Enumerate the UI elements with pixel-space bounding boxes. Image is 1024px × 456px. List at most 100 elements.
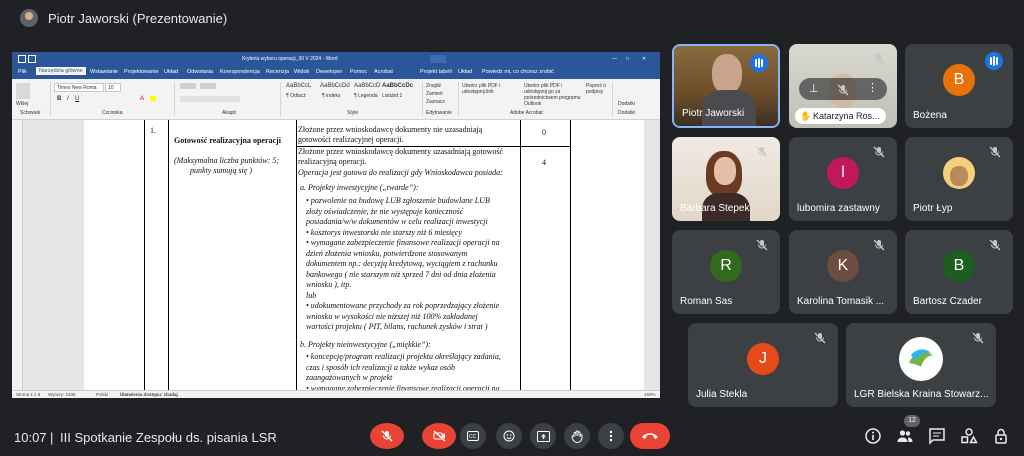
camera-toggle-button[interactable] [422, 423, 456, 449]
font-name-box[interactable]: Times New Roma [57, 85, 97, 91]
participant-name: Barbara Stepek [680, 203, 750, 214]
section-a-item-line: bankowego ( nie starszym niż sprzed 7 dn… [306, 269, 496, 279]
presenter-label: Piotr Jaworski (Prezentowanie) [48, 11, 228, 26]
raise-hand-button[interactable] [564, 423, 590, 449]
mute-participant-icon[interactable] [837, 83, 849, 101]
bold-icon[interactable]: B [57, 96, 61, 102]
participant-tile[interactable]: R Roman Sas [672, 230, 780, 314]
underline-icon[interactable]: U [75, 96, 79, 102]
section-b-item-line: czas i sposób ich realizacji a także wyk… [306, 362, 456, 372]
participant-tile[interactable]: l lubomira zastawny [789, 137, 897, 221]
section-a-item-line: • pozwolenie na budowę LUB zgłoszenie bu… [306, 196, 490, 205]
section-a-item-line: wniosku w wysokości nie niższej niż 100%… [306, 311, 478, 321]
tab-table-layout[interactable]: Układ [458, 69, 472, 75]
mic-toggle-button[interactable] [370, 423, 404, 449]
participant-count-badge: 12 [904, 415, 920, 427]
presenter-avatar [20, 9, 38, 27]
addins-button[interactable]: Dodatki [618, 101, 635, 107]
highlight-icon[interactable] [150, 96, 156, 101]
participant-tile[interactable]: Piotr Jaworski [672, 44, 780, 128]
hand-icon [571, 430, 583, 443]
tab-plik[interactable]: Plik [18, 69, 27, 75]
vertical-ruler [12, 120, 23, 390]
participant-tile[interactable]: ✋ Katarzyna Ros... ⊥ ⋮ [789, 44, 897, 128]
section-a-item-line: dzień złożenia wniosku, potwierdzone sto… [306, 248, 468, 258]
alignment-icons[interactable] [180, 96, 240, 102]
close-button[interactable]: ✕ [642, 56, 646, 62]
acrobat-sign[interactable]: Poproś o podpisy [586, 83, 610, 95]
participant-tile[interactable]: B Bartosz Czader [905, 230, 1013, 314]
select-button[interactable]: Zaznacz [426, 99, 445, 105]
avatar-initial: l [827, 157, 859, 189]
tab-home[interactable]: Narzędzia główne [36, 67, 86, 75]
activities-icon[interactable] [960, 427, 978, 445]
tab-acrobat[interactable]: Acrobat [374, 69, 393, 75]
camera-off-icon [433, 430, 445, 442]
replace-button[interactable]: Zamień [426, 91, 443, 97]
clock: 10:07 [14, 430, 47, 445]
participant-name: LGR Bielska Kraina Stowarz... [854, 389, 989, 400]
minimize-button[interactable]: — [612, 56, 617, 62]
tell-me-search[interactable]: Powiedz mi, co chcesz zrobić [482, 69, 554, 75]
font-size-box[interactable]: 10 [108, 85, 114, 91]
more-vert-icon [609, 430, 613, 442]
host-controls-icon[interactable] [992, 427, 1010, 445]
maximize-button[interactable]: □ [626, 56, 629, 62]
acrobat-create-link[interactable]: Utwórz plik PDF i udostępnij link [462, 83, 522, 95]
tab-mailings[interactable]: Korespondencja [220, 69, 260, 75]
tab-references[interactable]: Odwołania [187, 69, 213, 75]
more-options-icon[interactable]: ⋮ [867, 81, 878, 94]
criterion-number: 1. [150, 126, 156, 135]
people-icon[interactable] [896, 427, 914, 445]
participant-name: lubomira zastawny [797, 203, 880, 214]
chat-icon[interactable] [928, 427, 946, 445]
tab-view[interactable]: Widok [294, 69, 309, 75]
hang-up-icon [642, 433, 658, 439]
section-b: b. Projekty nieinwestycyjne („miękkie”): [300, 340, 431, 349]
tab-table-design[interactable]: Projekt tabeli [420, 69, 452, 75]
bullets-icon[interactable] [180, 83, 196, 89]
participant-tile[interactable]: Barbara Stepek [672, 137, 780, 221]
paste-icon[interactable] [16, 83, 30, 99]
acrobat-outlook[interactable]: Utwórz plik PDF i udostępnij go za pośre… [524, 83, 584, 107]
mic-off-icon [756, 238, 768, 251]
participant-tile[interactable]: J Julia Stekla [688, 323, 838, 407]
style-list[interactable]: AaBbCcDc [382, 83, 413, 89]
shared-screen[interactable]: Kryteria wyboru operacji_30 V 2024 - Wor… [12, 52, 660, 398]
participant-name: Karolina Tomasik ... [797, 296, 885, 307]
more-options-button[interactable] [598, 423, 624, 449]
participant-name: Piotr Łyp [913, 203, 953, 214]
participant-tile[interactable]: Piotr Łyp [905, 137, 1013, 221]
tab-review[interactable]: Recenzja [266, 69, 289, 75]
paste-label[interactable]: Wklej [16, 101, 28, 107]
style-normal[interactable]: AaBbCcL [286, 83, 311, 89]
leave-call-button[interactable] [630, 423, 670, 449]
participant-tile[interactable]: K Karolina Tomasik ... [789, 230, 897, 314]
numbering-icon[interactable] [200, 83, 216, 89]
tab-insert[interactable]: Wstawianie [90, 69, 118, 75]
tab-help[interactable]: Pomoc [350, 69, 367, 75]
participant-name: Roman Sas [680, 296, 733, 307]
reactions-button[interactable] [496, 423, 522, 449]
pin-icon[interactable]: ⊥ [809, 82, 819, 95]
tab-developer[interactable]: Deweloper [316, 69, 342, 75]
style-indeks[interactable]: AaBbCcDd [320, 83, 350, 89]
style-legenda[interactable]: AaBbCcD [354, 83, 380, 89]
participant-name: Bożena [913, 110, 947, 121]
mic-off-icon [814, 331, 826, 344]
present-button[interactable] [530, 423, 556, 449]
document-page[interactable]: 1. Gotowość realizacyjna operacji (Maksy… [84, 120, 644, 393]
speaking-indicator-icon [750, 54, 768, 72]
captions-button[interactable]: CC [460, 423, 486, 449]
italic-icon[interactable]: I [67, 96, 69, 102]
participant-tile[interactable]: B Bożena [905, 44, 1013, 128]
meeting-info-icon[interactable] [864, 427, 882, 445]
find-button[interactable]: Znajdź [426, 83, 441, 89]
font-color-icon[interactable]: A [140, 96, 144, 102]
participant-name: Julia Stekla [696, 389, 748, 400]
tab-design[interactable]: Projektowanie [124, 69, 159, 75]
raised-hand-badge: ✋ Katarzyna Ros... [795, 108, 886, 124]
participant-tile[interactable]: LGR Bielska Kraina Stowarz... [846, 323, 996, 407]
tab-layout[interactable]: Układ [164, 69, 178, 75]
section-a-item-line: lub [306, 290, 317, 300]
